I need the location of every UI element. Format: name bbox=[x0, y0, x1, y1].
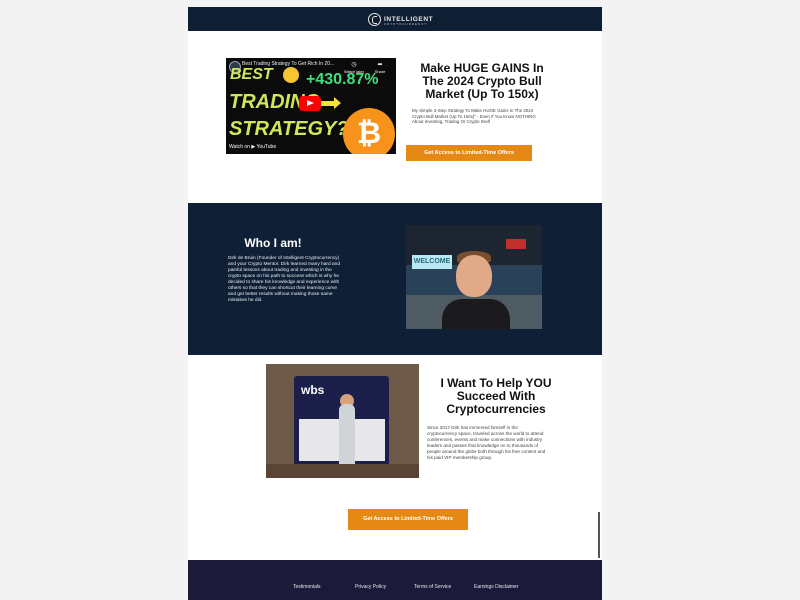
landing-page: INTELLIGENT CRYPTOCURRENCY Best Trading … bbox=[188, 7, 602, 600]
watch-on-youtube-link[interactable]: Watch on ▶ YouTube bbox=[229, 144, 276, 150]
youtube-video-embed[interactable]: Best Trading Strategy To Get Rich In 20.… bbox=[226, 58, 396, 154]
help-description: Since 2017 Dirk has immersed himself in … bbox=[427, 425, 546, 460]
photo-welcome-banner: WELCOME bbox=[412, 255, 452, 269]
thumbnail-text-best: BEST bbox=[230, 66, 273, 83]
hero-headline: Make HUGE GAINS In The 2024 Crypto Bull … bbox=[420, 61, 544, 101]
play-button-icon[interactable] bbox=[299, 96, 321, 111]
share-icon: ➦ bbox=[377, 62, 383, 68]
founder-selfie-photo: WELCOME bbox=[406, 225, 542, 329]
bitcoin-icon: ₿ bbox=[343, 108, 395, 154]
hero-description: My Simple 3-Step Strategy To Make HUGE G… bbox=[412, 108, 536, 125]
shocked-emoji-icon bbox=[283, 67, 299, 83]
photo-sign bbox=[506, 239, 526, 249]
person-standing bbox=[339, 404, 355, 468]
about-section: Who I am! Dirk de Bruin (Founder of Inte… bbox=[188, 203, 602, 355]
footer-link-testimonials[interactable]: Testimonials bbox=[293, 584, 321, 590]
share-label: Share bbox=[374, 69, 386, 74]
site-logo[interactable]: INTELLIGENT CRYPTOCURRENCY bbox=[368, 12, 433, 26]
footer: Testimonials Privacy Policy Terms of Ser… bbox=[188, 560, 602, 600]
about-description: Dirk de Bruin (Founder of Intelligent Cr… bbox=[228, 256, 340, 303]
hero-cta-button[interactable]: Get Access to Limited-Time Offers bbox=[406, 145, 532, 161]
footer-link-privacy-policy[interactable]: Privacy Policy bbox=[355, 584, 386, 590]
help-headline: I Want To Help YOU Succeed With Cryptocu… bbox=[440, 376, 552, 416]
watch-later-button[interactable]: ◷ Watch later bbox=[343, 62, 365, 74]
booth-sign: wbs bbox=[301, 383, 325, 397]
top-bar: INTELLIGENT CRYPTOCURRENCY bbox=[188, 7, 602, 31]
clock-icon: ◷ bbox=[351, 62, 357, 68]
logo-icon bbox=[368, 12, 381, 26]
watch-later-label: Watch later bbox=[343, 69, 365, 74]
share-button[interactable]: ➦ Share bbox=[369, 62, 391, 74]
photo-shirt bbox=[442, 299, 510, 329]
thumbnail-text-strategy: STRATEGY? bbox=[229, 118, 349, 140]
scrollbar[interactable] bbox=[598, 512, 600, 558]
footer-link-terms-of-service[interactable]: Terms of Service bbox=[414, 584, 451, 590]
photo-face bbox=[456, 255, 492, 297]
about-headline: Who I am! bbox=[244, 236, 302, 250]
yellow-arrow-icon bbox=[321, 97, 341, 109]
bottom-cta-button[interactable]: Get Access to Limited-Time Offers bbox=[348, 509, 468, 530]
logo-subtext: CRYPTOCURRENCY bbox=[384, 22, 428, 26]
footer-link-earnings-disclaimer[interactable]: Earnings Disclaimer bbox=[474, 584, 518, 590]
photo-floor bbox=[266, 464, 419, 478]
conference-booth-photo: wbs bbox=[266, 364, 419, 478]
